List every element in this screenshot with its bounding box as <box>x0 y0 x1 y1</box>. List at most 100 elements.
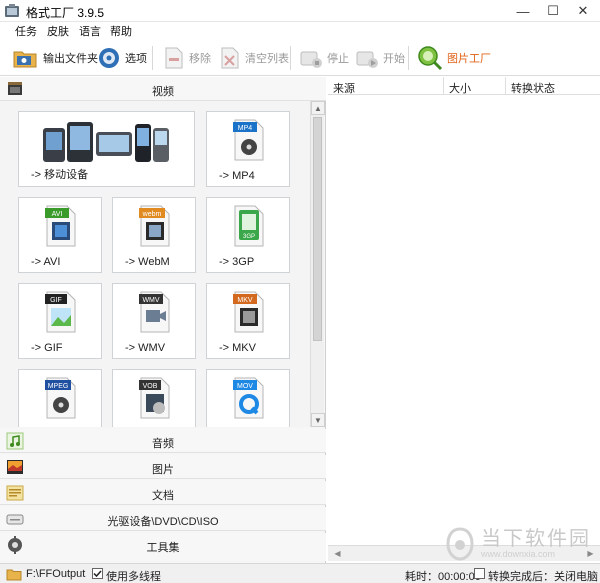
folder-icon <box>13 51 37 68</box>
toolbar-separator <box>408 46 409 70</box>
tile-label: -> WebM <box>125 256 170 268</box>
menu-task[interactable]: 任务 <box>12 23 40 39</box>
category-rom-device[interactable]: 光驱设备\DVD\CD\ISO <box>0 507 326 531</box>
start-label: 开始 <box>383 53 405 65</box>
3gp-file-icon: 3GP <box>234 205 264 247</box>
maximize-button[interactable]: ☐ <box>538 0 568 22</box>
avi-file-icon: AVI <box>45 205 76 247</box>
clear-list-button[interactable]: 清空列表 <box>216 44 292 72</box>
mov-file-icon: MOV <box>233 377 264 419</box>
stop-label: 停止 <box>327 53 349 65</box>
watermark-logo-icon <box>446 527 474 561</box>
watermark-text: 当下软件园 <box>481 528 591 551</box>
gif-badge-text: GIF <box>50 297 62 304</box>
tile-label: -> GIF <box>31 342 63 354</box>
output-folder-button[interactable]: 输出文件夹 <box>10 44 101 72</box>
avi-badge-text: AVI <box>52 211 63 218</box>
tile-mov[interactable]: MOV <box>206 369 290 427</box>
stop-icon <box>300 51 322 68</box>
menu-skin[interactable]: 皮肤 <box>44 23 72 39</box>
options-label: 选项 <box>125 53 147 65</box>
tile-label: -> 3GP <box>219 256 255 268</box>
tile-vob[interactable]: VOB <box>112 369 196 427</box>
mobile-devices-icon <box>43 122 169 162</box>
multithread-checkbox[interactable] <box>92 568 103 579</box>
format-factory-app-icon <box>5 4 19 17</box>
column-status[interactable]: 转换状态 <box>506 77 600 95</box>
category-document[interactable]: 文档 <box>0 481 326 505</box>
scroll-up-arrow-icon[interactable]: ▲ <box>311 101 325 115</box>
vob-file-icon: VOB <box>139 377 170 419</box>
menu-bar: 任务 皮肤 语言 帮助 <box>0 22 600 40</box>
minimize-button[interactable]: — <box>508 0 538 22</box>
category-audio[interactable]: 音频 <box>0 429 326 453</box>
toolbar-separator <box>152 46 153 70</box>
clear-list-label: 清空列表 <box>245 53 289 65</box>
picture-factory-icon <box>418 46 443 71</box>
output-folder-label: 输出文件夹 <box>43 53 98 65</box>
after-convert-checkbox[interactable] <box>474 568 485 579</box>
mpeg-file-icon: MPEG <box>45 377 76 419</box>
category-rom-label: 光驱设备\DVD\CD\ISO <box>107 516 219 528</box>
tile-mobile-devices[interactable]: -> 移动设备 <box>18 111 195 187</box>
scroll-thumb[interactable] <box>313 117 322 341</box>
output-path[interactable]: F:\FFOutput <box>26 568 85 580</box>
watermark-url: www.downxia.com <box>481 549 556 560</box>
webm-badge-text: webm <box>142 211 162 218</box>
stop-button[interactable]: 停止 <box>296 44 352 72</box>
wmv-file-icon: WMV <box>139 291 170 333</box>
remove-button[interactable]: 移除 <box>160 44 214 72</box>
menu-help[interactable]: 帮助 <box>107 23 135 39</box>
3gp-badge-text: 3GP <box>243 234 255 240</box>
toolbar: 输出文件夹 选项 移除 清空列表 停止 开始 图片工厂 <box>0 40 600 76</box>
column-source[interactable]: 来源 <box>328 77 444 95</box>
tile-label: -> MKV <box>219 342 256 354</box>
checkmark-icon <box>93 570 102 578</box>
category-panel: 视频 -> 移动设备 MP4 -> MP4 AVI -> AVI webm ->… <box>0 77 326 563</box>
tile-label: -> AVI <box>31 256 61 268</box>
category-video[interactable]: 视频 <box>0 77 326 101</box>
scroll-left-arrow-icon[interactable]: ◀ <box>330 546 345 561</box>
mpeg-badge-text: MPEG <box>48 383 69 390</box>
tile-wmv[interactable]: WMV -> WMV <box>112 283 196 359</box>
status-bar: F:\FFOutput 使用多线程 耗时：00:00:00 转换完成后：关闭电脑 <box>0 563 600 583</box>
tile-avi[interactable]: AVI -> AVI <box>18 197 102 273</box>
clear-list-icon <box>221 47 239 69</box>
toolbar-separator <box>290 46 291 70</box>
start-icon <box>356 51 378 68</box>
category-document-label: 文档 <box>152 490 174 502</box>
picture-factory-label: 图片工厂 <box>447 53 491 65</box>
gif-file-icon: GIF <box>45 291 76 333</box>
category-tools-label: 工具集 <box>146 542 180 554</box>
tile-mpeg[interactable]: MPEG <box>18 369 102 427</box>
tile-mkv[interactable]: MKV -> MKV <box>206 283 290 359</box>
category-picture[interactable]: 图片 <box>0 455 326 479</box>
webm-file-icon: webm <box>139 205 170 247</box>
mov-badge-text: MOV <box>237 383 253 390</box>
mkv-badge-text: MKV <box>237 297 253 304</box>
category-tools[interactable]: 工具集 <box>0 533 326 561</box>
column-size[interactable]: 大小 <box>444 77 506 95</box>
tile-gif[interactable]: GIF -> GIF <box>18 283 102 359</box>
multithread-label: 使用多线程 <box>106 571 161 583</box>
menu-language[interactable]: 语言 <box>76 23 104 39</box>
mp4-file-icon: MP4 <box>233 119 264 161</box>
file-list-panel: 来源 大小 转换状态 ◀ ▶ <box>328 77 600 563</box>
tile-grid-scrollbar[interactable]: ▲ ▼ <box>310 101 325 427</box>
category-video-label: 视频 <box>152 86 174 98</box>
tile-webm[interactable]: webm -> WebM <box>112 197 196 273</box>
output-folder-icon[interactable] <box>6 567 22 581</box>
tile-mp4[interactable]: MP4 -> MP4 <box>206 111 290 187</box>
start-button[interactable]: 开始 <box>352 44 408 72</box>
window-title: 格式工厂 3.9.5 <box>26 6 105 20</box>
close-button[interactable]: ✕ <box>568 0 598 22</box>
wmv-badge-text: WMV <box>142 297 159 304</box>
remove-icon <box>165 47 183 69</box>
picture-factory-button[interactable]: 图片工厂 <box>414 44 494 72</box>
title-bar: 格式工厂 3.9.5 — ☐ ✕ <box>0 0 600 22</box>
tile-3gp[interactable]: 3GP -> 3GP <box>206 197 290 273</box>
elapsed-time: 耗时：00:00:00 <box>405 571 481 583</box>
scroll-down-arrow-icon[interactable]: ▼ <box>311 413 325 427</box>
mkv-file-icon: MKV <box>233 291 264 333</box>
options-button[interactable]: 选项 <box>94 44 150 72</box>
